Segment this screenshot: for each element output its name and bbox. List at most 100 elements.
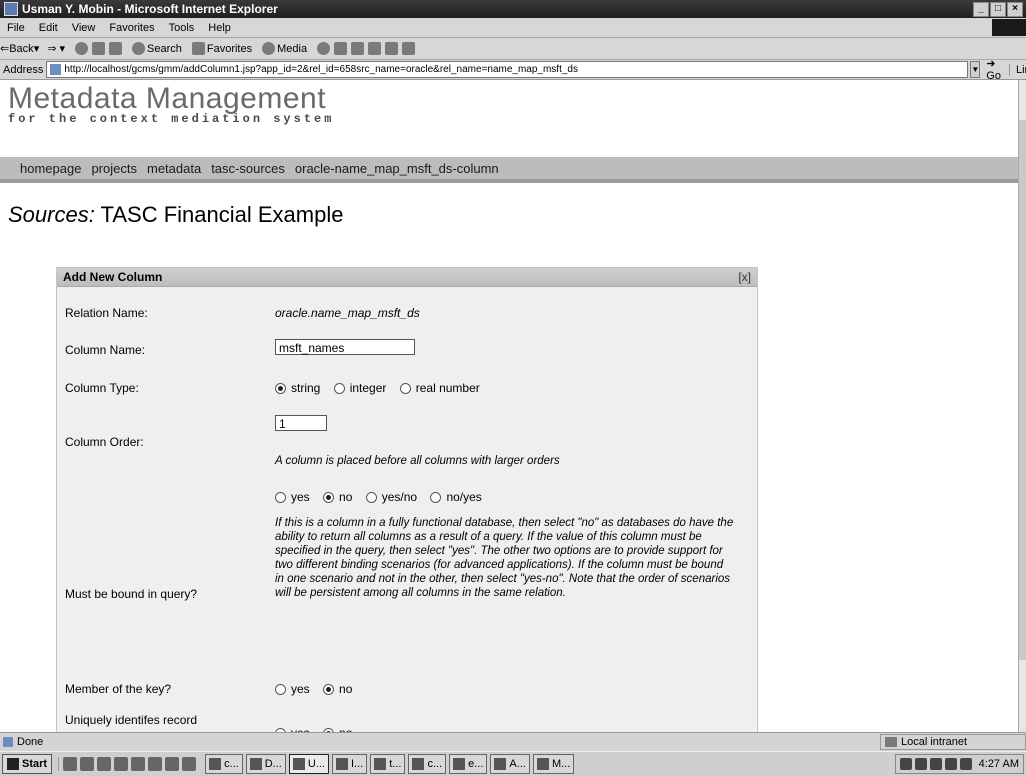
clock[interactable]: 4:27 AM xyxy=(979,758,1019,770)
back-button[interactable]: ⇐ Back ▾ xyxy=(0,42,39,56)
task-button[interactable]: A... xyxy=(490,754,530,774)
menu-favorites[interactable]: Favorites xyxy=(102,22,161,34)
quick-launch xyxy=(58,757,199,771)
key-no-radio[interactable]: no xyxy=(323,682,352,696)
task-button[interactable]: c... xyxy=(408,754,447,774)
app-icon[interactable] xyxy=(131,757,146,771)
media-button[interactable]: Media xyxy=(260,42,307,55)
task-icon xyxy=(412,758,425,770)
menu-edit[interactable]: Edit xyxy=(32,22,65,34)
task-label: U... xyxy=(307,758,325,770)
task-button[interactable]: M... xyxy=(532,754,575,774)
menu-view[interactable]: View xyxy=(65,22,103,34)
home-icon[interactable] xyxy=(109,42,123,55)
column-type-integer-radio[interactable]: integer xyxy=(333,381,386,395)
bound-yes-radio[interactable]: yes xyxy=(275,490,310,504)
task-button[interactable]: t... xyxy=(370,754,406,774)
brand-title: Metadata Management xyxy=(8,82,327,115)
desktop-icon[interactable] xyxy=(63,757,78,771)
radio-icon xyxy=(399,382,411,394)
bound-no-radio[interactable]: no xyxy=(323,490,352,504)
panel-title: Add New Column xyxy=(63,270,163,284)
zone-text: Local intranet xyxy=(901,736,968,748)
nav-homepage[interactable]: homepage xyxy=(20,161,81,176)
radio-icon xyxy=(275,491,286,503)
address-dropdown-icon[interactable]: ▼ xyxy=(970,61,981,78)
mail-icon[interactable] xyxy=(334,42,348,55)
task-button-active[interactable]: U... xyxy=(288,754,329,774)
nav-current-column[interactable]: oracle-name_map_msft_ds-column xyxy=(295,161,499,176)
favorites-label: Favorites xyxy=(206,42,253,55)
go-button[interactable]: ➜ Go xyxy=(986,57,1001,82)
task-button[interactable]: I... xyxy=(331,754,368,774)
panel-close-button[interactable]: [x] xyxy=(738,270,751,284)
stop-icon[interactable] xyxy=(75,42,89,55)
ie-app-icon xyxy=(4,2,18,16)
search-button[interactable]: Search xyxy=(130,42,182,55)
maximize-button[interactable]: □ xyxy=(990,1,1006,17)
nav-projects[interactable]: projects xyxy=(91,161,137,176)
task-label: e... xyxy=(468,758,484,770)
menu-file[interactable]: File xyxy=(0,22,32,34)
tray-app-icon[interactable] xyxy=(944,758,957,770)
nav-metadata[interactable]: metadata xyxy=(147,161,201,176)
messenger-icon[interactable] xyxy=(385,42,399,55)
key-radio-group: yes no xyxy=(275,682,362,698)
column-name-input[interactable]: msft_names xyxy=(275,339,415,355)
vertical-scrollbar[interactable] xyxy=(1018,80,1026,732)
task-icon xyxy=(292,758,305,770)
relation-name-value: oracle.name_map_msft_ds xyxy=(275,306,420,320)
task-button[interactable]: D... xyxy=(245,754,286,774)
column-type-string-radio[interactable]: string xyxy=(275,381,320,395)
task-icon xyxy=(374,758,387,770)
key-label: Member of the key? xyxy=(65,682,172,696)
ie-icon[interactable] xyxy=(114,757,129,771)
panel-header: Add New Column [x] xyxy=(57,268,757,287)
nav-tasc-sources[interactable]: tasc-sources xyxy=(211,161,285,176)
network-icon[interactable] xyxy=(899,758,912,770)
relation-name-label: Relation Name: xyxy=(65,306,148,320)
app-icon[interactable] xyxy=(182,757,197,771)
forward-button[interactable]: ⇒ ▾ xyxy=(47,42,65,55)
menu-help[interactable]: Help xyxy=(201,22,238,34)
media-label: Media xyxy=(277,42,308,55)
app-icon[interactable] xyxy=(148,757,163,771)
app-icon[interactable] xyxy=(97,757,112,771)
app-icon[interactable] xyxy=(165,757,180,771)
print-icon[interactable] xyxy=(351,42,365,55)
links-button[interactable]: Links xyxy=(1008,63,1026,76)
refresh-icon[interactable] xyxy=(92,42,106,55)
address-input[interactable]: http://localhost/gcms/gmm/addColumn1.jsp… xyxy=(46,61,969,78)
page-content: Metadata Management for the context medi… xyxy=(0,80,1018,732)
option-label: yes xyxy=(291,682,310,696)
address-label: Address xyxy=(3,63,44,76)
task-button[interactable]: c... xyxy=(205,754,243,774)
close-button[interactable]: × xyxy=(1007,1,1023,17)
radio-icon xyxy=(275,683,286,695)
bound-no-yes-radio[interactable]: no/yes xyxy=(430,490,482,504)
history-icon[interactable] xyxy=(317,42,331,55)
tray-app-icon[interactable] xyxy=(959,758,972,770)
status-bar: Done Local intranet xyxy=(0,732,1026,751)
scrollbar-thumb[interactable] xyxy=(1019,120,1026,660)
radio-icon xyxy=(333,382,345,394)
security-zone: Local intranet xyxy=(880,734,1026,750)
windows-logo-icon xyxy=(992,19,1026,36)
edit-icon[interactable] xyxy=(368,42,382,55)
tray-app-icon[interactable] xyxy=(929,758,942,770)
task-icon xyxy=(335,758,348,770)
volume-icon[interactable] xyxy=(914,758,927,770)
intranet-icon xyxy=(885,737,897,747)
column-type-real-number-radio[interactable]: real number xyxy=(399,381,480,395)
bound-yes-no-radio[interactable]: yes/no xyxy=(365,490,417,504)
app-icon[interactable] xyxy=(80,757,95,771)
start-button[interactable]: Start xyxy=(2,754,53,774)
key-yes-radio[interactable]: yes xyxy=(275,682,310,696)
menu-tools[interactable]: Tools xyxy=(162,22,202,34)
page-title: Sources: TASC Financial Example xyxy=(8,202,343,228)
favorites-button[interactable]: Favorites xyxy=(190,42,252,55)
user-icon[interactable] xyxy=(402,42,416,55)
column-order-input[interactable]: 1 xyxy=(275,415,327,431)
task-button[interactable]: e... xyxy=(449,754,488,774)
minimize-button[interactable]: _ xyxy=(973,1,989,17)
